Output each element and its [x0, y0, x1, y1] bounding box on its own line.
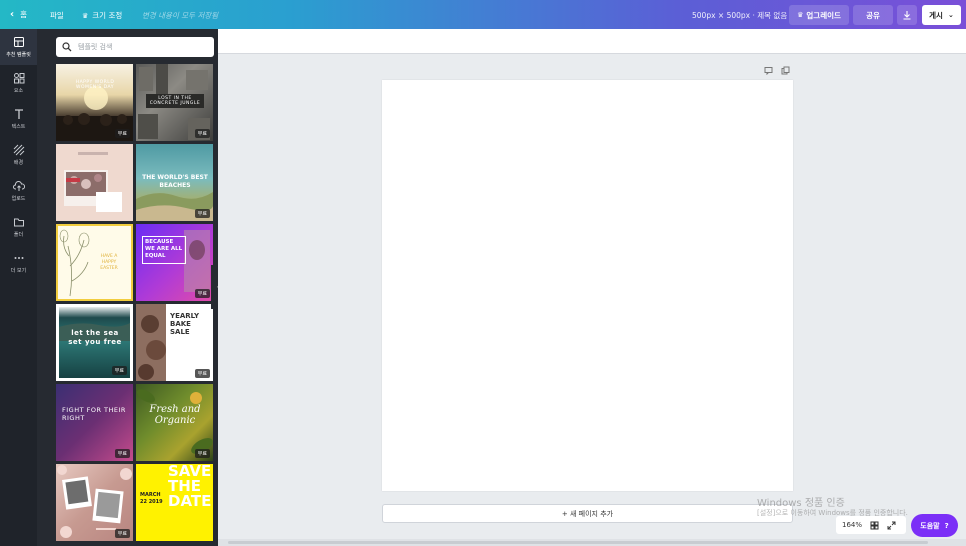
template-title: THE WORLD'S BEST BEACHES [142, 174, 208, 189]
template-thumb[interactable]: Fresh and Organic 무료 [136, 384, 213, 461]
rail-item-text[interactable]: 텍스트 [0, 101, 37, 137]
rail-label: 텍스트 [11, 124, 26, 130]
horizontal-scrollbar[interactable] [218, 539, 966, 546]
template-icon [13, 37, 24, 47]
template-search[interactable] [56, 37, 214, 57]
free-badge: 무료 [114, 529, 130, 538]
help-label: 도움말 [920, 521, 940, 530]
search-icon [62, 42, 72, 52]
question-icon: ? [944, 521, 949, 530]
rail-label: 요소 [13, 88, 24, 94]
page-tools [764, 66, 790, 75]
duplicate-page-icon[interactable] [781, 66, 790, 75]
crown-icon: ♛ [82, 11, 89, 20]
template-thumb[interactable]: YEARLY BAKE SALE 무료 [136, 304, 213, 381]
template-title: YEARLY BAKE SALE [170, 312, 200, 336]
free-badge: 무료 [194, 449, 210, 458]
scrollbar-thumb[interactable] [228, 541, 928, 544]
template-title: BECAUSE WE ARE ALL EQUAL [142, 236, 186, 264]
template-title: LOST IN THE CONCRETE JUNGLE [146, 94, 204, 108]
template-thumb[interactable]: SAVE THE DATE MARCH 22 2019 [136, 464, 213, 541]
publish-label: 게시 [929, 10, 943, 20]
template-title: FIGHT FOR THEIR RIGHT [62, 406, 126, 422]
help-button[interactable]: 도움말 ? [911, 514, 958, 537]
download-button[interactable] [897, 5, 917, 25]
save-status: 변경 내용이 모두 저장됨 [142, 11, 219, 20]
template-title [78, 152, 108, 155]
template-thumb[interactable]: THE WORLD'S BEST BEACHES 무료 [136, 144, 213, 221]
resize-button[interactable]: ♛ 크기 조정 [82, 10, 122, 21]
template-thumb[interactable] [56, 144, 133, 221]
rail-item-elements[interactable]: 요소 [0, 65, 37, 101]
template-thumb[interactable]: HAVE A HAPPY EASTER [56, 224, 133, 301]
template-thumb[interactable]: let the sea set you free 무료 [56, 304, 133, 381]
design-dimensions[interactable]: 500px × 500px · 제목 없음 [692, 10, 787, 21]
design-page[interactable] [382, 80, 793, 491]
canvas-toolbar [218, 29, 966, 54]
upgrade-label: 업그레이드 [806, 10, 841, 20]
resize-label: 크기 조정 [92, 11, 123, 20]
upgrade-button[interactable]: ♛ 업그레이드 [789, 5, 849, 25]
rail-label: 업로드 [11, 196, 26, 202]
rail-item-upload[interactable]: 업로드 [0, 173, 37, 209]
template-thumb[interactable]: HAPPY WORLD WOMEN'S DAY 무료 [56, 64, 133, 141]
chevron-left-icon: ‹ [10, 9, 15, 20]
template-thumb[interactable]: BECAUSE WE ARE ALL EQUAL 무료 [136, 224, 213, 301]
folder-icon [13, 218, 24, 227]
windows-activation-title: Windows 정품 인증 [757, 498, 845, 509]
template-panel: HAPPY WORLD WOMEN'S DAY 무료 LOST IN THE C… [37, 29, 218, 546]
grid-view-icon[interactable] [870, 521, 879, 530]
free-badge: 무료 [111, 366, 127, 375]
home-label: 홈 [20, 10, 28, 19]
crown-icon: ♛ [797, 11, 804, 19]
search-input[interactable] [78, 43, 208, 51]
free-badge: 무료 [194, 369, 210, 378]
template-title [96, 528, 116, 530]
template-subtitle: MARCH 22 2019 [140, 492, 163, 505]
rail-label: 더 보기 [10, 268, 27, 274]
share-button[interactable]: 공유 [853, 5, 893, 25]
zoom-level[interactable]: 164% [842, 521, 862, 529]
zoom-controls: 164% [836, 516, 906, 534]
template-thumb[interactable]: LOST IN THE CONCRETE JUNGLE 무료 [136, 64, 213, 141]
free-badge: 무료 [114, 449, 130, 458]
side-rail: 추천 템플릿 요소 텍스트 배경 업로드 폴더 더 보기 [0, 29, 37, 546]
add-page-button[interactable]: + 새 페이지 추가 [382, 504, 793, 523]
home-button[interactable]: ‹ 홈 [10, 9, 27, 20]
template-title: HAPPY WORLD WOMEN'S DAY [75, 80, 115, 90]
more-icon [14, 257, 23, 259]
background-icon [13, 144, 24, 156]
rail-label: 폴더 [13, 232, 24, 238]
template-thumb[interactable]: FIGHT FOR THEIR RIGHT 무료 [56, 384, 133, 461]
free-badge: 무료 [114, 129, 130, 138]
template-title: SAVE THE DATE [168, 464, 212, 510]
text-icon [14, 109, 23, 119]
free-badge: 무료 [194, 209, 210, 218]
template-title: Fresh and Organic [149, 404, 201, 426]
publish-button[interactable]: 게시 ⌄ [922, 5, 961, 25]
rail-item-templates[interactable]: 추천 템플릿 [0, 29, 37, 65]
template-title: HAVE A HAPPY EASTER [100, 254, 118, 271]
note-icon[interactable] [764, 66, 773, 75]
upload-icon [12, 180, 25, 191]
elements-icon [13, 73, 24, 84]
fullscreen-icon[interactable] [887, 521, 896, 530]
rail-label: 배경 [13, 160, 24, 166]
download-icon [903, 11, 911, 20]
chevron-down-icon: ⌄ [947, 11, 954, 19]
rail-item-more[interactable]: 더 보기 [0, 245, 37, 281]
template-thumb[interactable]: 무료 [56, 464, 133, 541]
file-menu[interactable]: 파일 [50, 10, 64, 21]
free-badge: 무료 [194, 289, 210, 298]
template-title: let the sea set you free [68, 329, 122, 346]
rail-label: 추천 템플릿 [6, 52, 31, 58]
rail-item-background[interactable]: 배경 [0, 137, 37, 173]
free-badge: 무료 [194, 129, 210, 138]
template-art [64, 170, 122, 212]
rail-item-folder[interactable]: 폴더 [0, 209, 37, 245]
top-toolbar: ‹ 홈 파일 ♛ 크기 조정 변경 내용이 모두 저장됨 500px × 500… [0, 0, 966, 29]
